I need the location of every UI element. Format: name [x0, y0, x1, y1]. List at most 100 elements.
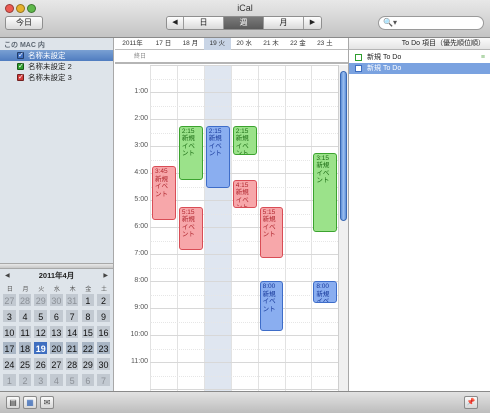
mini-day[interactable]: 1	[80, 293, 96, 307]
mini-day[interactable]: 30	[49, 293, 64, 307]
prev-period-button[interactable]: ◀	[167, 17, 184, 29]
mini-day[interactable]: 23	[96, 341, 111, 355]
calendar-item[interactable]: ✓ 名称未設定 3	[0, 72, 113, 83]
mini-day[interactable]: 25	[17, 357, 33, 371]
mini-day[interactable]: 31	[64, 293, 80, 307]
todo-item[interactable]: 新規 To Do ≡	[349, 52, 490, 63]
mini-day[interactable]: 7	[96, 373, 111, 387]
calendar-event[interactable]: 2:15 新規イベント	[205, 125, 230, 188]
event-title: 新規イベント	[155, 175, 168, 198]
calendar-checkbox[interactable]: ✓	[17, 63, 24, 70]
day-divider	[150, 65, 151, 391]
day-view-button[interactable]: 日	[184, 17, 224, 29]
calendar-event[interactable]: 4:15 新規イベント	[232, 179, 257, 209]
mini-day[interactable]: 1	[2, 373, 17, 387]
calendar-event[interactable]: 8:00新規イベント	[259, 281, 284, 331]
calendar-item[interactable]: ✓ 名称未設定	[0, 50, 113, 61]
mini-day[interactable]: 14	[64, 325, 80, 339]
next-period-button[interactable]: ▶	[304, 17, 321, 29]
mini-day[interactable]: 27	[2, 293, 17, 307]
mini-day[interactable]: 24	[2, 357, 17, 371]
calendar-checkbox[interactable]: ✓	[17, 74, 24, 81]
mini-day[interactable]: 27	[49, 357, 64, 371]
calendar-label: 名称未設定 3	[28, 73, 72, 82]
mini-day[interactable]: 29	[80, 357, 96, 371]
week-grid[interactable]: 1:00 2:00 3:00 4:00 5:00 6:00 7:00 8:00 9:00 10:0…	[115, 65, 348, 391]
mini-month-icon[interactable]: ▦	[23, 396, 37, 409]
mini-day[interactable]: 11	[17, 325, 33, 339]
day-column-header[interactable]: 21 木	[258, 38, 285, 50]
day-divider	[257, 65, 259, 391]
hour-label: 3:00	[134, 142, 148, 149]
mini-day[interactable]: 6	[49, 309, 64, 323]
day-column-header[interactable]: 18 月	[177, 38, 204, 50]
day-column-header[interactable]: 23 土	[311, 38, 338, 50]
calendar-event[interactable]: 3:15 新規イベント	[313, 152, 338, 233]
mini-day[interactable]: 16	[96, 325, 111, 339]
calendar-event[interactable]: 3:45 新規イベント	[152, 166, 176, 221]
splitter-handle[interactable]	[0, 263, 113, 269]
week-view-button[interactable]: 週	[224, 17, 264, 29]
scroll-thumb[interactable]	[340, 71, 347, 221]
mini-day[interactable]: 6	[80, 373, 96, 387]
half-hour-line	[150, 375, 338, 377]
mini-weekday: 日	[6, 287, 13, 293]
mini-day[interactable]: 21	[64, 341, 80, 355]
mini-next-month-button[interactable]: ▶	[103, 271, 108, 281]
todo-checkbox[interactable]	[355, 54, 362, 61]
todo-toggle-icon[interactable]: 📌	[464, 396, 478, 409]
mini-day[interactable]: 2	[17, 373, 33, 387]
mini-day[interactable]: 29	[33, 293, 49, 307]
todo-header[interactable]: To Do 項目（優先順位順）	[349, 38, 490, 50]
priority-icon[interactable]: ≡	[481, 52, 485, 63]
mini-day[interactable]: 19	[33, 341, 49, 355]
todo-checkbox[interactable]	[355, 65, 362, 72]
mini-day[interactable]: 30	[96, 357, 111, 371]
mini-day[interactable]: 7	[64, 309, 80, 323]
mini-day[interactable]: 17	[2, 341, 17, 355]
bottom-bar: ▤ ▦ ✉ 📌	[0, 391, 490, 413]
mini-day[interactable]: 18	[17, 341, 33, 355]
mini-day[interactable]: 10	[2, 325, 17, 339]
mini-day[interactable]: 28	[17, 293, 33, 307]
all-day-row[interactable]: 終日	[115, 51, 348, 64]
calendar-event[interactable]: 2:15 新規イベント	[178, 125, 203, 180]
mini-day[interactable]: 3	[2, 309, 17, 323]
day-column-header[interactable]: 17 日	[150, 38, 177, 50]
mini-day[interactable]: 15	[80, 325, 96, 339]
mini-day[interactable]: 5	[33, 309, 49, 323]
calendar-item[interactable]: ✓ 名称未設定 2	[0, 61, 113, 72]
vertical-scrollbar[interactable]	[338, 65, 348, 391]
mini-day[interactable]: 13	[49, 325, 64, 339]
add-calendar-icon[interactable]: ▤	[6, 396, 20, 409]
month-view-button[interactable]: 月	[264, 17, 304, 29]
mini-day[interactable]: 28	[64, 357, 80, 371]
mini-day[interactable]: 3	[33, 373, 49, 387]
day-column-header[interactable]: 22 金	[285, 38, 312, 50]
mini-weekday: 水	[53, 287, 60, 293]
mini-day[interactable]: 12	[33, 325, 49, 339]
mini-day[interactable]: 26	[33, 357, 49, 371]
mini-day[interactable]: 5	[64, 373, 80, 387]
mini-day[interactable]: 22	[80, 341, 96, 355]
notifications-icon[interactable]: ✉	[40, 396, 54, 409]
section-header: この MAC 内	[4, 42, 45, 49]
calendar-event[interactable]: 5:15 新規イベント	[178, 206, 203, 250]
mini-day[interactable]: 9	[96, 309, 111, 323]
mini-day[interactable]: 8	[80, 309, 96, 323]
mini-calendar-header: ◀ 2011年4月 ▶	[0, 271, 113, 281]
todo-item[interactable]: 新規 To Do	[349, 63, 490, 74]
mini-day[interactable]: 2	[96, 293, 111, 307]
day-column-header[interactable]: 20 水	[231, 38, 258, 50]
calendar-event[interactable]: 8:00新規イベント	[313, 281, 338, 303]
mini-day[interactable]: 4	[49, 373, 64, 387]
mini-day[interactable]: 20	[49, 341, 64, 355]
mini-day[interactable]: 4	[17, 309, 33, 323]
search-field[interactable]: 🔍▾	[378, 16, 484, 30]
today-button[interactable]: 今日	[5, 16, 43, 30]
calendar-event[interactable]: 5:15 新規イベント	[259, 206, 284, 259]
calendar-event[interactable]: 2:15 新規イベント	[232, 125, 257, 156]
day-column-header[interactable]: 19 火	[203, 38, 231, 50]
hour-label: 10:00	[130, 331, 148, 338]
calendar-checkbox[interactable]: ✓	[17, 52, 24, 59]
